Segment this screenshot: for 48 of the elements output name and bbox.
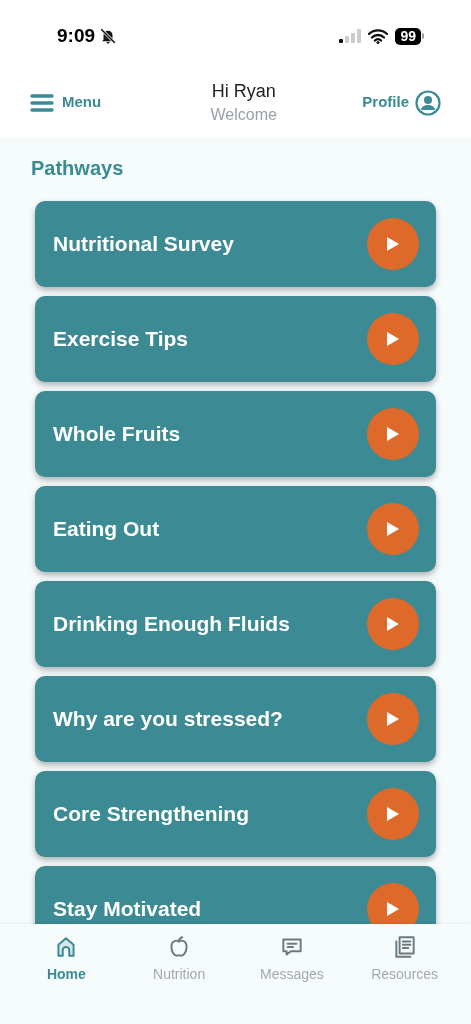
play-icon xyxy=(386,236,400,252)
pathway-title: Drinking Enough Fluids xyxy=(53,611,290,638)
play-button[interactable] xyxy=(367,503,419,555)
pathway-card[interactable]: Drinking Enough Fluids xyxy=(35,581,436,667)
pathway-card[interactable]: Core Strengthening xyxy=(35,771,436,857)
pathway-card[interactable]: Eating Out xyxy=(35,486,436,572)
section-title: Pathways xyxy=(31,156,125,181)
tab-bar-item[interactable]: Nutrition xyxy=(122,934,236,985)
pathway-title: Exercise Tips xyxy=(53,326,189,353)
tab-bar-item[interactable]: Home xyxy=(10,934,123,985)
play-button[interactable] xyxy=(367,408,419,460)
menu-button[interactable]: Menu xyxy=(30,91,102,114)
play-button[interactable] xyxy=(367,693,419,745)
status-time: 9:09 xyxy=(57,23,96,48)
pathway-title: Core Strengthening xyxy=(53,801,249,828)
play-button[interactable] xyxy=(367,598,419,650)
pathway-title: Whole Fruits xyxy=(53,421,181,448)
profile-button[interactable]: Profile xyxy=(362,89,441,116)
user-avatar-icon xyxy=(415,89,441,116)
pathway-title: Why are you stressed? xyxy=(53,706,283,733)
pathway-card[interactable]: Nutritional Survey xyxy=(35,201,436,287)
signal-icon xyxy=(339,29,362,43)
muted-bell-icon xyxy=(99,27,118,45)
play-icon xyxy=(386,331,400,347)
pathway-title: Nutritional Survey xyxy=(53,231,234,258)
play-icon xyxy=(386,426,400,442)
play-icon xyxy=(386,901,400,917)
play-button[interactable] xyxy=(367,883,419,924)
pathway-card[interactable]: Stay Motivated xyxy=(35,866,436,924)
tab-bar-item[interactable]: Messages xyxy=(235,934,349,985)
wifi-icon xyxy=(368,28,389,44)
menu-icon xyxy=(30,92,54,113)
battery-indicator: 99 xyxy=(395,27,421,45)
play-button[interactable] xyxy=(367,313,419,365)
pathway-card[interactable]: Exercise Tips xyxy=(35,296,436,382)
tab-bar-item[interactable]: Resources xyxy=(348,934,461,985)
play-icon xyxy=(386,521,400,537)
pathway-title: Stay Motivated xyxy=(53,896,202,923)
play-button[interactable] xyxy=(367,788,419,840)
greeting: Hi Ryan xyxy=(211,79,276,103)
welcome-subtitle: Welcome xyxy=(210,104,277,125)
pathway-card[interactable]: Why are you stressed? xyxy=(35,676,436,762)
pathway-card[interactable]: Whole Fruits xyxy=(35,391,436,477)
play-button[interactable] xyxy=(367,218,419,270)
play-icon xyxy=(386,806,400,822)
play-icon xyxy=(386,616,400,632)
pathway-title: Eating Out xyxy=(53,516,160,543)
play-icon xyxy=(386,711,400,727)
